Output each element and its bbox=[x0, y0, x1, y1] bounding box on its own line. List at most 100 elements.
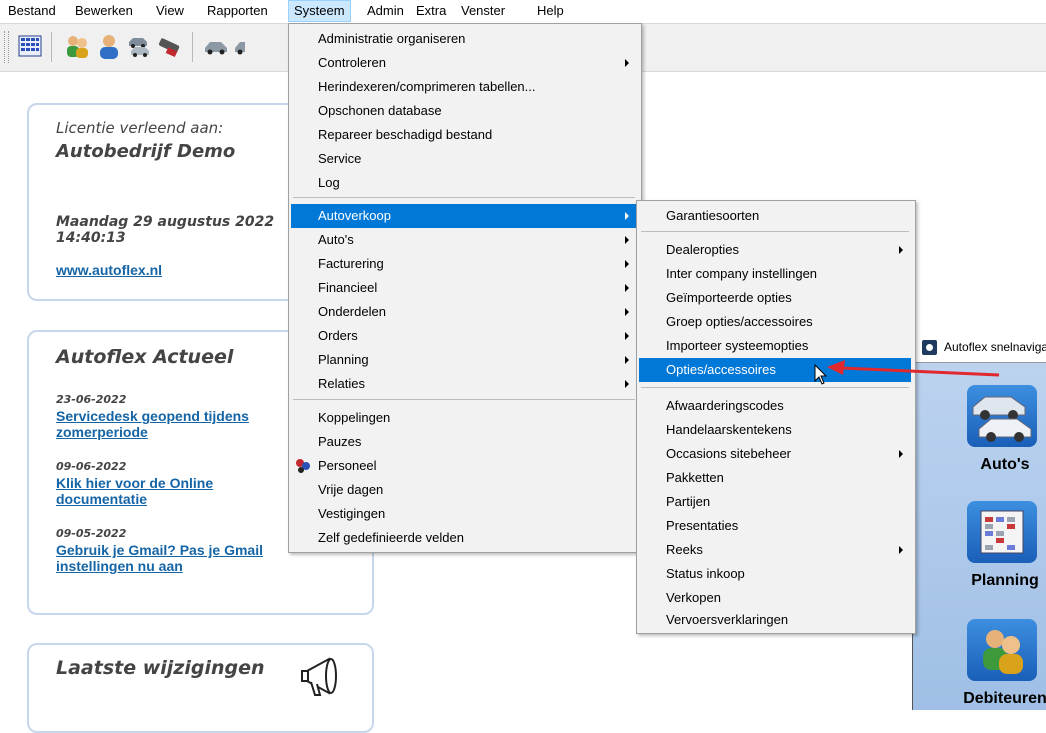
submenu-arrow-icon bbox=[625, 212, 629, 220]
menu-item-label: Koppelingen bbox=[318, 410, 391, 425]
menu-item-opschonen-database[interactable]: Opschonen database bbox=[291, 99, 637, 123]
menu-item-financieel[interactable]: Financieel bbox=[291, 276, 637, 300]
menu-bar: Bestand Bewerken View Rapporten Systeem … bbox=[0, 0, 1046, 22]
menu-item-dealeropties[interactable]: Dealeropties bbox=[639, 238, 911, 262]
website-link[interactable]: www.autoflex.nl bbox=[56, 262, 162, 278]
menu-item-inter-company[interactable]: Inter company instellingen bbox=[639, 262, 911, 286]
menu-item-label: Presentaties bbox=[666, 518, 739, 533]
toolbar-separator bbox=[192, 32, 193, 62]
menu-view[interactable]: View bbox=[151, 0, 189, 22]
menu-item-controleren[interactable]: Controleren bbox=[291, 51, 637, 75]
cars-icon[interactable] bbox=[967, 385, 1037, 447]
menu-item-label: Importeer systeemopties bbox=[666, 338, 809, 353]
grid-icon[interactable] bbox=[17, 33, 43, 59]
submenu-arrow-icon bbox=[625, 59, 629, 67]
parts-icon[interactable] bbox=[157, 33, 183, 59]
menu-item-reeks[interactable]: Reeks bbox=[639, 538, 911, 562]
submenu-arrow-icon bbox=[625, 332, 629, 340]
people-icon[interactable] bbox=[967, 619, 1037, 681]
license-label: Licentie verleend aan: bbox=[56, 119, 224, 137]
menu-item-relaties[interactable]: Relaties bbox=[291, 372, 637, 396]
menu-item-pakketten[interactable]: Pakketten bbox=[639, 466, 911, 490]
menu-item-repareer-bestand[interactable]: Repareer beschadigd bestand bbox=[291, 123, 637, 147]
menu-item-importeer-systeemopties[interactable]: Importeer systeemopties bbox=[639, 334, 911, 358]
menu-item-label: Auto's bbox=[318, 232, 354, 247]
menu-item-log[interactable]: Log bbox=[291, 171, 637, 195]
menu-separator bbox=[293, 399, 635, 400]
menu-item-label: Dealeropties bbox=[666, 242, 739, 257]
menu-item-label: Afwaarderingscodes bbox=[666, 398, 784, 413]
menu-item-label: Pakketten bbox=[666, 470, 724, 485]
submenu-arrow-icon bbox=[899, 450, 903, 458]
calendar-icon[interactable] bbox=[967, 501, 1037, 563]
toolbar-grip[interactable] bbox=[4, 31, 9, 63]
menu-item-label: Planning bbox=[318, 352, 369, 367]
menu-item-label: Zelf gedefinieerde velden bbox=[318, 530, 464, 545]
menu-bestand[interactable]: Bestand bbox=[3, 0, 61, 22]
menu-rapporten[interactable]: Rapporten bbox=[202, 0, 273, 22]
menu-item-handelaarskentekens[interactable]: Handelaarskentekens bbox=[639, 418, 911, 442]
news-date: 09-06-2022 bbox=[56, 460, 127, 473]
menu-item-presentaties[interactable]: Presentaties bbox=[639, 514, 911, 538]
menu-item-status-inkoop[interactable]: Status inkoop bbox=[639, 562, 911, 586]
news-date: 09-05-2022 bbox=[56, 527, 127, 540]
menu-item-label: Garantiesoorten bbox=[666, 208, 760, 223]
license-company: Autobedrijf Demo bbox=[56, 141, 236, 162]
menu-item-label: Geïmporteerde opties bbox=[666, 290, 792, 305]
submenu-arrow-icon bbox=[625, 260, 629, 268]
menu-item-garantiesoorten[interactable]: Garantiesoorten bbox=[639, 204, 911, 228]
person-icon[interactable] bbox=[96, 33, 122, 59]
menu-item-onderdelen[interactable]: Onderdelen bbox=[291, 300, 637, 324]
menu-bewerken[interactable]: Bewerken bbox=[70, 0, 138, 22]
menu-item-verkopen[interactable]: Verkopen bbox=[639, 586, 911, 610]
submenu-arrow-icon bbox=[625, 308, 629, 316]
menu-item-service[interactable]: Service bbox=[291, 147, 637, 171]
systeem-menu: Administratie organiseren Controleren He… bbox=[288, 23, 642, 553]
menu-item-vervoersverklaringen[interactable]: Vervoersverklaringen bbox=[639, 608, 911, 632]
menu-item-geimporteerde-opties[interactable]: Geïmporteerde opties bbox=[639, 286, 911, 310]
menu-item-vestigingen[interactable]: Vestigingen bbox=[291, 502, 637, 526]
submenu-arrow-icon bbox=[625, 284, 629, 292]
menu-item-zelf-gedefinieerde-velden[interactable]: Zelf gedefinieerde velden bbox=[291, 526, 637, 550]
menu-item-label: Status inkoop bbox=[666, 566, 745, 581]
menu-item-label: Personeel bbox=[318, 458, 377, 473]
car-icon[interactable] bbox=[203, 33, 229, 59]
menu-item-occasions-sitebeheer[interactable]: Occasions sitebeheer bbox=[639, 442, 911, 466]
menu-item-herindexeren[interactable]: Herindexeren/comprimeren tabellen... bbox=[291, 75, 637, 99]
car-small-icon[interactable] bbox=[233, 33, 245, 59]
menu-item-planning[interactable]: Planning bbox=[291, 348, 637, 372]
menu-item-partijen[interactable]: Partijen bbox=[639, 490, 911, 514]
cars-icon[interactable] bbox=[126, 33, 152, 59]
menu-item-label: Vrije dagen bbox=[318, 482, 384, 497]
menu-item-koppelingen[interactable]: Koppelingen bbox=[291, 406, 637, 430]
menu-item-afwaarderingscodes[interactable]: Afwaarderingscodes bbox=[639, 394, 911, 418]
menu-systeem[interactable]: Systeem bbox=[288, 0, 351, 22]
menu-item-autoverkoop[interactable]: Autoverkoop bbox=[291, 204, 637, 228]
submenu-arrow-icon bbox=[625, 356, 629, 364]
menu-item-label: Financieel bbox=[318, 280, 378, 295]
nav-label-autos[interactable]: Auto's bbox=[963, 456, 1046, 474]
menu-item-label: Log bbox=[318, 175, 340, 190]
nav-label-planning[interactable]: Planning bbox=[963, 572, 1046, 590]
changes-title: Laatste wijzigingen bbox=[56, 657, 265, 679]
menu-admin[interactable]: Admin bbox=[362, 0, 409, 22]
menu-item-personeel[interactable]: Personeel bbox=[291, 454, 637, 478]
nav-label-debiteuren[interactable]: Debiteuren bbox=[963, 690, 1046, 708]
menu-venster[interactable]: Venster bbox=[456, 0, 510, 22]
menu-item-vrije-dagen[interactable]: Vrije dagen bbox=[291, 478, 637, 502]
menu-item-groep-opties[interactable]: Groep opties/accessoires bbox=[639, 310, 911, 334]
menu-item-pauzes[interactable]: Pauzes bbox=[291, 430, 637, 454]
menu-item-orders[interactable]: Orders bbox=[291, 324, 637, 348]
menu-item-label: Reeks bbox=[666, 542, 703, 557]
menu-extra[interactable]: Extra bbox=[411, 0, 451, 22]
quick-nav-window: Autoflex snelnavigatie Auto's Planning bbox=[912, 334, 1046, 710]
submenu-arrow-icon bbox=[625, 236, 629, 244]
menu-item-autos[interactable]: Auto's bbox=[291, 228, 637, 252]
menu-item-label: Service bbox=[318, 151, 362, 166]
menu-help[interactable]: Help bbox=[532, 0, 569, 22]
menu-item-label: Handelaarskentekens bbox=[666, 422, 792, 437]
menu-item-administratie-organiseren[interactable]: Administratie organiseren bbox=[291, 27, 637, 51]
menu-item-label: Inter company instellingen bbox=[666, 266, 818, 281]
users-icon[interactable] bbox=[64, 33, 90, 59]
menu-item-facturering[interactable]: Facturering bbox=[291, 252, 637, 276]
